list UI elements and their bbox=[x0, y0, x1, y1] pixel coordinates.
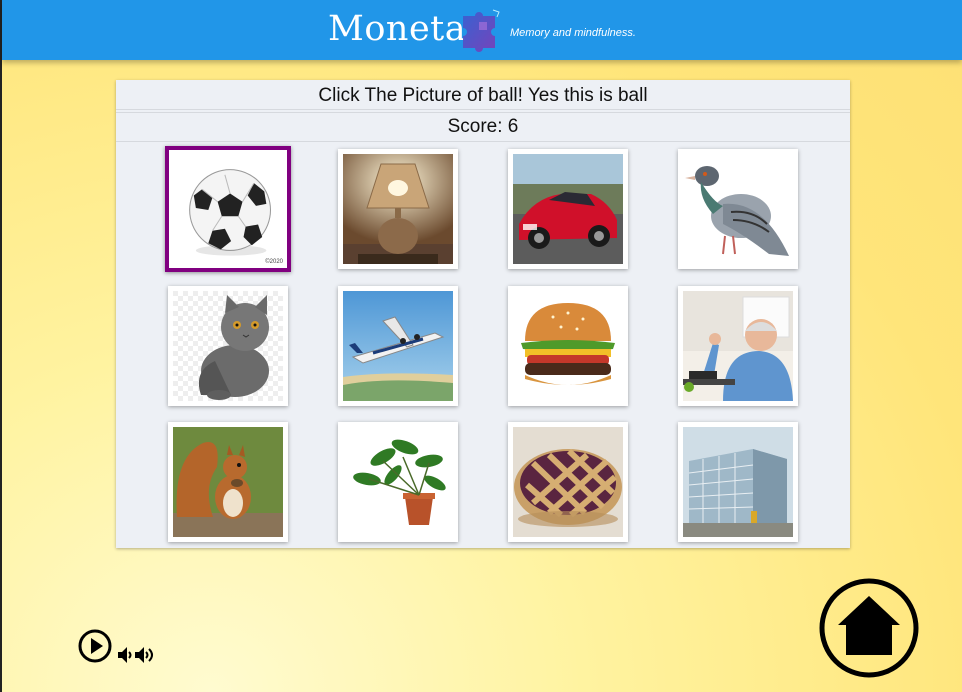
image-copyright: ©2020 bbox=[265, 259, 283, 265]
tile-car[interactable] bbox=[508, 149, 628, 269]
plant-image bbox=[343, 427, 453, 537]
tile-ball[interactable]: ©2020 bbox=[165, 146, 291, 272]
tile-building[interactable] bbox=[678, 422, 798, 542]
tile-pigeon[interactable] bbox=[678, 149, 798, 269]
game-panel: Click The Picture of ball! Yes this is b… bbox=[116, 80, 850, 548]
app-title: Moneta bbox=[328, 9, 467, 49]
cat-image bbox=[173, 291, 283, 401]
building-image bbox=[683, 427, 793, 537]
game-prompt: Click The Picture of ball! Yes this is b… bbox=[116, 82, 850, 110]
burger-image bbox=[513, 291, 623, 401]
score-display: Score: 6 bbox=[116, 112, 850, 142]
pigeon-image bbox=[683, 154, 793, 264]
app-tagline: Memory and mindfulness. bbox=[510, 27, 636, 39]
squirrel-image bbox=[173, 427, 283, 537]
ball-image bbox=[171, 152, 285, 266]
tile-lamp[interactable] bbox=[338, 149, 458, 269]
puzzle-icon bbox=[463, 9, 500, 52]
home-icon[interactable] bbox=[818, 577, 920, 679]
man-image bbox=[683, 291, 793, 401]
tile-pie[interactable] bbox=[508, 422, 628, 542]
pie-image bbox=[513, 427, 623, 537]
tile-airplane[interactable] bbox=[338, 286, 458, 406]
tile-squirrel[interactable] bbox=[168, 422, 288, 542]
tile-cat[interactable] bbox=[168, 286, 288, 406]
tile-man[interactable] bbox=[678, 286, 798, 406]
tile-plant[interactable] bbox=[338, 422, 458, 542]
window-left-edge bbox=[0, 0, 2, 692]
app-header: Moneta Memory and mindfulness. bbox=[2, 0, 962, 60]
play-icon[interactable] bbox=[78, 629, 112, 663]
airplane-image bbox=[343, 291, 453, 401]
lamp-image bbox=[343, 154, 453, 264]
volume-down-icon[interactable] bbox=[117, 646, 134, 664]
car-image bbox=[513, 154, 623, 264]
volume-up-icon[interactable] bbox=[134, 646, 156, 664]
tile-burger[interactable] bbox=[508, 286, 628, 406]
